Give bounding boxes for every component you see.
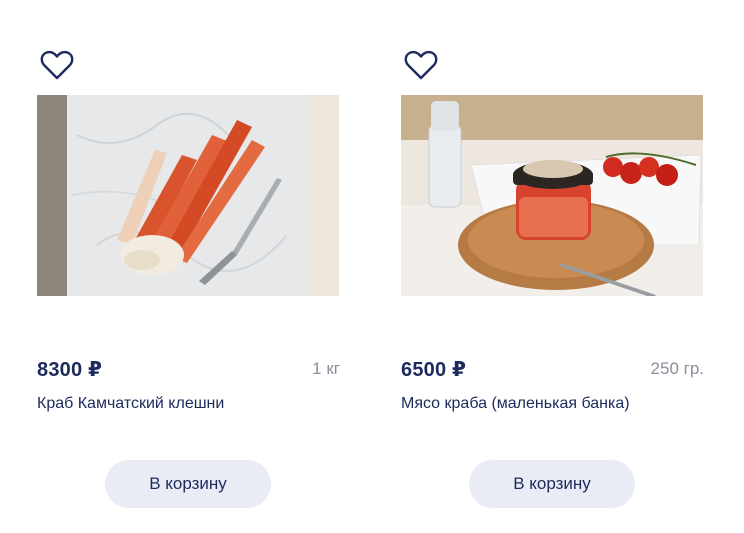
product-grid: 8300 ₽ 1 кг Краб Камчатский клешни В кор… <box>0 0 744 533</box>
heart-icon <box>40 50 74 80</box>
add-to-cart-button[interactable]: В корзину <box>469 460 635 508</box>
add-to-cart-button[interactable]: В корзину <box>105 460 271 508</box>
product-card: 8300 ₽ 1 кг Краб Камчатский клешни В кор… <box>36 0 340 533</box>
favorite-button[interactable] <box>402 46 440 84</box>
product-price: 6500 ₽ <box>401 359 467 381</box>
heart-icon <box>404 50 438 80</box>
product-weight: 250 гр. <box>650 359 704 378</box>
product-card: 6500 ₽ 250 гр. Мясо краба (маленькая бан… <box>400 0 704 533</box>
product-image-crab-legs[interactable] <box>37 95 339 296</box>
product-title[interactable]: Краб Камчатский клешни <box>37 395 224 413</box>
favorite-button[interactable] <box>38 46 76 84</box>
product-weight: 1 кг <box>312 359 340 378</box>
product-image-crab-meat-jar[interactable] <box>401 95 703 296</box>
product-title[interactable]: Мясо краба (маленькая банка) <box>401 395 630 413</box>
product-price: 8300 ₽ <box>37 359 103 381</box>
